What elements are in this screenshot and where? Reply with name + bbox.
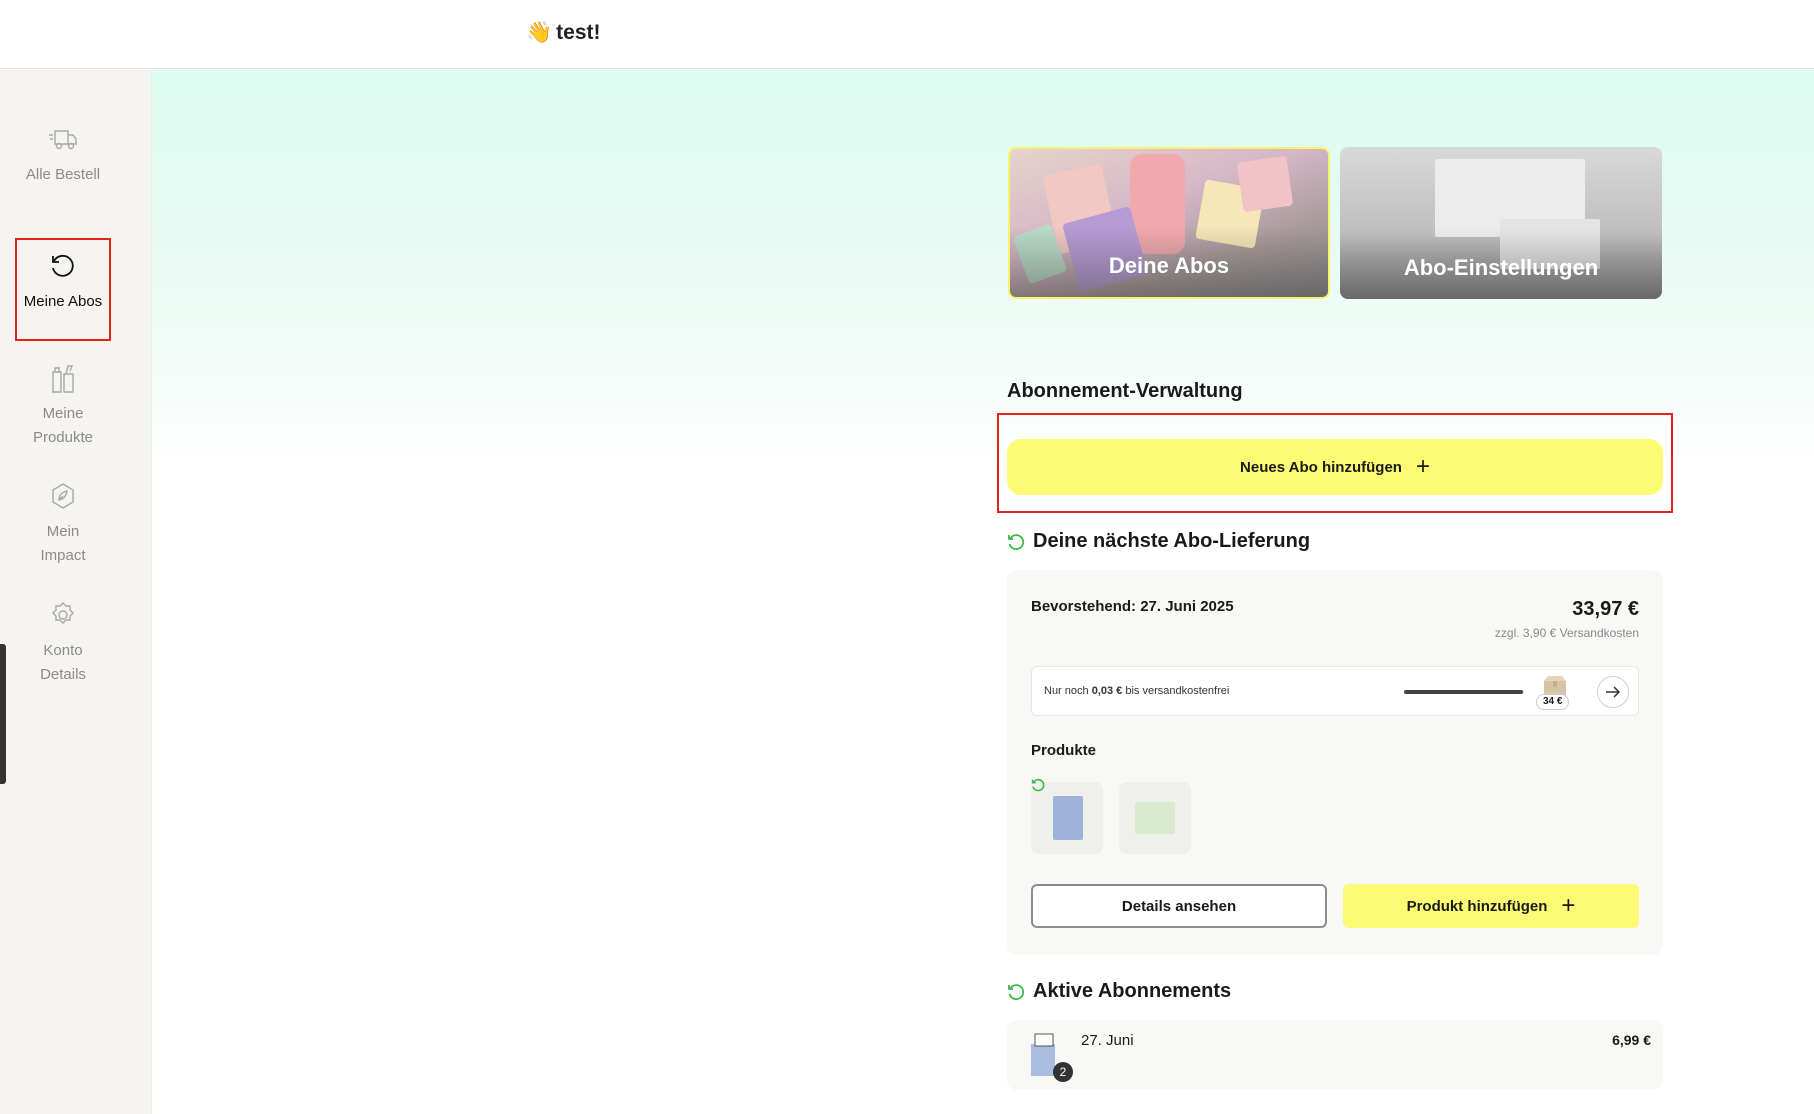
section-title-active-subscriptions: Aktive Abonnements — [1007, 980, 1231, 1003]
sidebar-item-meine-abos[interactable]: Meine Abos — [15, 238, 111, 341]
upcoming-date: Bevorstehend: 27. Juni 2025 — [1031, 598, 1234, 615]
greeting-text: test! — [556, 21, 601, 44]
section-title-text: Aktive Abonnements — [1033, 980, 1232, 1002]
progress-fill — [1404, 690, 1523, 694]
sidebar: Alle Bestell Meine Abos Meine Produkte M… — [0, 70, 152, 1114]
products-label: Produkte — [1031, 742, 1097, 759]
tile-deine-abos[interactable]: Deine Abos — [1008, 147, 1330, 299]
section-title-abonnement-verwaltung: Abonnement-Verwaltung — [1007, 380, 1243, 402]
refresh-icon — [1008, 983, 1025, 1000]
waving-hand-icon: 👋 — [526, 21, 553, 44]
product-thumbnail[interactable] — [1031, 782, 1103, 854]
active-subscription-row[interactable]: 2 27. Juni 6,99 € — [1007, 1020, 1663, 1090]
next-delivery-card: Bevorstehend: 27. Juni 2025 33,97 € zzgl… — [1007, 570, 1663, 955]
section-title-next-delivery: Deine nächste Abo-Lieferung — [1007, 530, 1310, 553]
sidebar-item-label: Mein Impact — [40, 523, 86, 564]
main-content: Deine Abos Abo-Einstellungen Abonnement-… — [152, 70, 1814, 1114]
delivery-price: 33,97 € — [1572, 598, 1639, 620]
product-thumbnail[interactable] — [1119, 782, 1191, 854]
free-shipping-amount: 0,03 € — [1091, 685, 1123, 697]
add-product-button[interactable]: Produkt hinzufügen + — [1343, 884, 1639, 928]
free-shipping-progress — [1404, 690, 1524, 694]
sidebar-item-label: Alle Bestell — [25, 166, 101, 183]
refresh-icon — [1031, 778, 1045, 792]
sidebar-item-label: Meine Abos — [23, 293, 103, 310]
details-button[interactable]: Details ansehen — [1031, 884, 1327, 928]
leaf-icon — [47, 480, 79, 512]
bottles-icon — [47, 362, 79, 394]
free-shipping-text: Nur noch 0,03 € bis versandkostenfrei — [1044, 685, 1230, 697]
free-shipping-threshold: 34 € — [1536, 694, 1570, 710]
arrow-right-button[interactable] — [1597, 676, 1629, 708]
greeting: 👋 test! — [526, 21, 601, 45]
sidebar-scrollbar[interactable] — [0, 644, 6, 784]
sidebar-item-meine-produkte[interactable]: Meine Produkte — [15, 352, 111, 455]
add-product-label: Produkt hinzufügen — [1406, 897, 1548, 915]
new-abo-label: Neues Abo hinzufügen — [1240, 458, 1402, 476]
arrow-right-icon — [1606, 686, 1621, 698]
subscription-price: 6,99 € — [1612, 1032, 1651, 1048]
sidebar-item-konto-details[interactable]: Konto Details — [15, 589, 111, 692]
refresh-icon — [1008, 533, 1025, 550]
product-image — [1135, 802, 1175, 834]
product-image — [1236, 155, 1294, 213]
tile-abo-einstellungen[interactable]: Abo-Einstellungen — [1340, 147, 1662, 299]
refresh-icon — [47, 250, 79, 282]
quantity-badge: 2 — [1053, 1062, 1073, 1082]
sidebar-item-mein-impact[interactable]: Mein Impact — [15, 470, 111, 573]
plus-icon: + — [1561, 892, 1576, 919]
truck-icon — [47, 123, 79, 155]
sidebar-item-alle-bestell[interactable]: Alle Bestell — [15, 113, 111, 216]
free-shipping-bar: Nur noch 0,03 € bis versandkostenfrei 34… — [1031, 666, 1639, 716]
top-bar: 👋 test! — [0, 0, 1814, 69]
tile-label: Abo-Einstellungen — [1403, 255, 1599, 280]
new-abo-button[interactable]: Neues Abo hinzufügen + — [1007, 439, 1663, 495]
sidebar-item-label: Konto Details — [40, 642, 86, 683]
product-image — [1053, 796, 1083, 840]
tile-label: Deine Abos — [1108, 253, 1230, 278]
plus-icon: + — [1415, 453, 1430, 480]
subscription-date: 27. Juni — [1081, 1032, 1134, 1049]
section-title-text: Deine nächste Abo-Lieferung — [1033, 530, 1311, 552]
gear-icon — [47, 599, 79, 631]
shipping-note: zzgl. 3,90 € Versandkosten — [1494, 626, 1639, 640]
sidebar-item-label: Meine Produkte — [32, 405, 94, 446]
